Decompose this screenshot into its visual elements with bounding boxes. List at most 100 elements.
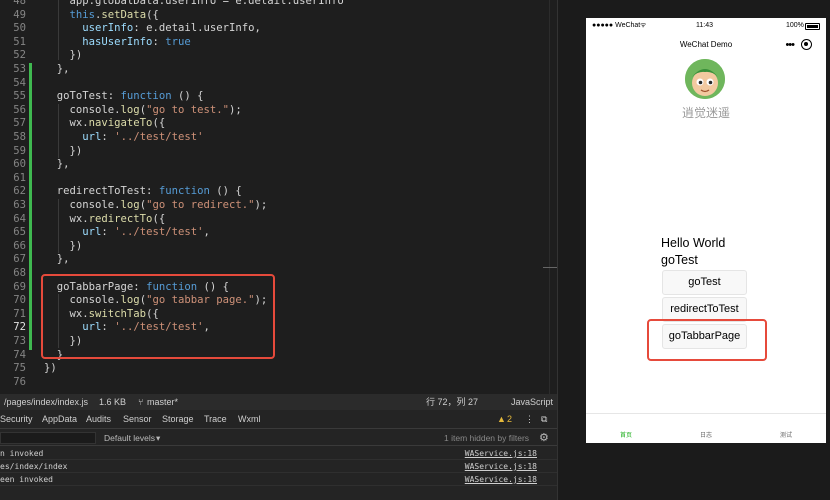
code-text: },	[44, 158, 70, 171]
line-number: 74	[13, 348, 26, 361]
tab-logs[interactable]: 日志	[676, 430, 736, 439]
git-branch-icon: ⑂	[138, 397, 144, 407]
log-level-select[interactable]: Default levels	[104, 430, 155, 446]
phone-nav-bar: WeChat Demo •••	[586, 34, 826, 56]
nav-title: WeChat Demo	[679, 40, 733, 49]
code-text: hasUserInfo: true	[82, 35, 191, 48]
code-text: url: '../test/test'	[82, 131, 204, 143]
close-target-icon[interactable]	[801, 39, 812, 50]
line-number: 62	[13, 185, 26, 198]
clock: 11:43	[696, 22, 713, 29]
code-text: userInfo: e.detail.userInfo,	[82, 22, 261, 35]
line-number: 67	[13, 253, 26, 266]
phone-status-bar: ●●●●● WeChat ᯤ 11:43 100%	[586, 18, 826, 34]
file-size: 1.6 KB	[99, 397, 127, 407]
tab-trace[interactable]: Trace	[204, 410, 227, 429]
code-text: })	[44, 144, 83, 157]
line-number: 69	[13, 280, 26, 293]
line-number: 51	[13, 35, 26, 48]
code-text: })	[44, 362, 57, 375]
line-number: 63	[13, 199, 26, 211]
line-number: 48	[13, 0, 26, 7]
more-dots-icon[interactable]: •••	[785, 34, 795, 56]
devtools-panel: Security AppData Audits Sensor Storage T…	[0, 410, 557, 500]
line-number: 57	[13, 117, 26, 130]
go-test-button[interactable]: goTest	[662, 270, 747, 295]
line-number: 70	[13, 294, 26, 307]
code-text: },	[44, 63, 70, 75]
battery-icon	[805, 23, 820, 30]
line-number: 49	[13, 8, 26, 21]
git-change-bar	[29, 90, 32, 350]
git-branch[interactable]: master*	[147, 394, 178, 410]
tab-test[interactable]: 测试	[756, 430, 816, 439]
log-source-link[interactable]: WAService.js:18	[465, 473, 537, 486]
line-number: 53	[13, 63, 26, 75]
line-number: 65	[13, 226, 26, 239]
code-text: redirectToTest: function () {	[44, 185, 242, 198]
wifi-icon: ᯤ	[640, 22, 647, 29]
warning-icon: ▲	[497, 414, 506, 424]
phone-simulator[interactable]: ●●●●● WeChat ᯤ 11:43 100% WeChat Demo ••…	[586, 18, 826, 443]
line-number: 59	[13, 144, 26, 157]
code-text: },	[44, 253, 70, 266]
tab-appdata[interactable]: AppData	[42, 410, 77, 429]
button-highlight-box	[647, 319, 767, 361]
editor-scrollbar[interactable]	[543, 0, 557, 394]
line-number: 68	[13, 267, 26, 279]
line-number: 54	[13, 76, 26, 89]
code-text: goToTest: function () {	[44, 90, 204, 103]
tab-wxml[interactable]: Wxml	[238, 410, 261, 429]
log-source-link[interactable]: WAService.js:18	[465, 460, 537, 473]
code-text: url: '../test/test',	[82, 226, 210, 239]
carrier-label: ●●●●● WeChat	[592, 22, 641, 29]
code-text: this.setData({	[69, 8, 159, 21]
user-nickname: 逍觉迷遥	[681, 106, 730, 120]
line-number: 64	[13, 212, 26, 225]
console-filter-bar: Default levels ▾ 1 item hidden by filter…	[0, 430, 557, 446]
devtools-tab-bar: Security AppData Audits Sensor Storage T…	[0, 410, 557, 429]
line-number: 58	[13, 131, 26, 143]
hidden-items-info: 1 item hidden by filters	[444, 433, 530, 443]
chevron-down-icon[interactable]: ▾	[156, 430, 160, 446]
tab-security[interactable]: Security	[0, 410, 33, 429]
line-number: 72	[13, 321, 26, 334]
line-number: 71	[13, 307, 26, 320]
log-message: n invoked	[0, 449, 44, 458]
console-filter-input[interactable]	[0, 432, 96, 444]
cursor-position[interactable]: 行 72，列 27	[426, 394, 478, 410]
tab-home[interactable]: 首页	[596, 430, 656, 439]
go-test-text: goTest	[661, 253, 698, 267]
line-number: 60	[13, 158, 26, 171]
gear-icon[interactable]: ⚙	[539, 430, 549, 446]
code-text: wx.navigateTo({	[44, 117, 166, 130]
log-source-link[interactable]: WAService.js:18	[465, 447, 537, 460]
line-number: 61	[13, 171, 26, 184]
line-number: 50	[13, 22, 26, 35]
more-options-icon[interactable]: ⋮	[525, 410, 534, 429]
tab-storage[interactable]: Storage	[162, 410, 194, 429]
dock-icon[interactable]: ⧉	[541, 410, 547, 429]
tab-sensor[interactable]: Sensor	[123, 410, 152, 429]
code-text: console.log("go to redirect.");	[44, 199, 268, 211]
line-number: 66	[13, 239, 26, 252]
tab-audits[interactable]: Audits	[86, 410, 111, 429]
console-log-row: es/index/index WAService.js:18	[0, 460, 557, 473]
log-message: een invoked	[0, 475, 53, 484]
line-number: 73	[13, 335, 26, 347]
avatar[interactable]	[685, 59, 725, 99]
code-text: })	[44, 49, 83, 62]
line-number: 56	[13, 103, 26, 116]
log-message: es/index/index	[0, 462, 68, 471]
console-log-row: n invoked WAService.js:18	[0, 447, 557, 460]
editor-status-bar: /pages/index/index.js 1.6 KB ⑂ master* 行…	[0, 394, 557, 410]
battery-level: 100%	[786, 22, 804, 29]
file-path[interactable]: /pages/index/index.js	[4, 394, 88, 410]
line-number: 55	[13, 90, 26, 103]
phone-tab-bar: 首页 日志 测试	[586, 413, 826, 443]
warning-count[interactable]: 2	[507, 410, 512, 429]
code-text: })	[44, 239, 83, 252]
language-mode[interactable]: JavaScript	[511, 394, 553, 410]
hello-text: Hello World	[661, 236, 726, 250]
code-text: wx.redirectTo({	[44, 212, 166, 225]
